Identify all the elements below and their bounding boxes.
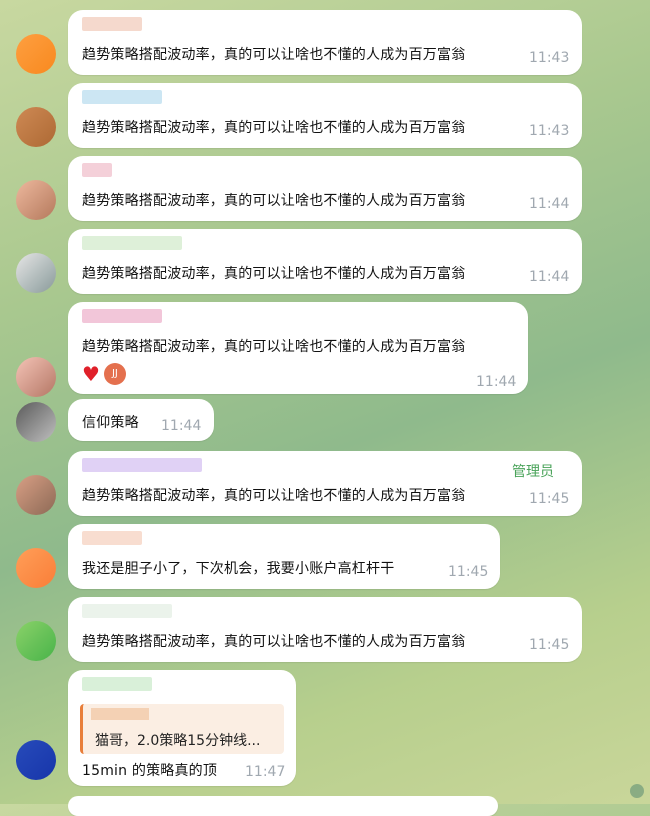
sender-name[interactable] bbox=[82, 677, 152, 691]
message-time: 11:45 bbox=[529, 637, 570, 653]
message-bubble[interactable]: 信仰策略 11:44 bbox=[68, 399, 214, 441]
avatar[interactable] bbox=[16, 180, 56, 220]
message-text: 我还是胆子小了，下次机会，我要小账户高杠杆干 bbox=[82, 561, 395, 577]
message-time: 11:44 bbox=[476, 374, 517, 390]
admin-badge: 管理员 bbox=[512, 464, 554, 480]
message-text: 趋势策略搭配波动率，真的可以让啥也不懂的人成为百万富翁 bbox=[82, 339, 466, 355]
message-text: 趋势策略搭配波动率，真的可以让啥也不懂的人成为百万富翁 bbox=[82, 488, 466, 504]
message-text: 信仰策略 bbox=[82, 415, 139, 431]
avatar[interactable] bbox=[16, 107, 56, 147]
message-time: 11:44 bbox=[529, 196, 570, 212]
avatar[interactable] bbox=[16, 34, 56, 74]
avatar[interactable] bbox=[16, 548, 56, 588]
message-time: 11:45 bbox=[448, 564, 489, 580]
message-bubble[interactable] bbox=[68, 796, 498, 816]
message-text: 15min 的策略真的顶 bbox=[82, 763, 218, 779]
quote-sender bbox=[91, 708, 149, 720]
sender-name[interactable] bbox=[82, 90, 162, 104]
avatar[interactable] bbox=[16, 621, 56, 661]
message-bubble[interactable]: 趋势策略搭配波动率，真的可以让啥也不懂的人成为百万富翁 11:45 bbox=[68, 597, 582, 662]
quote-text: 猫哥，2.0策略15分钟线... bbox=[95, 733, 261, 749]
sender-name[interactable] bbox=[82, 163, 112, 177]
message-time: 11:43 bbox=[529, 123, 570, 139]
message-bubble[interactable]: 趋势策略搭配波动率，真的可以让啥也不懂的人成为百万富翁 11:44 bbox=[68, 156, 582, 221]
message-bubble[interactable]: 趋势策略搭配波动率，真的可以让啥也不懂的人成为百万富翁 11:44 bbox=[68, 229, 582, 294]
reaction-avatar: JJ bbox=[103, 363, 126, 385]
message-time: 11:47 bbox=[245, 764, 286, 780]
scroll-down-button[interactable] bbox=[630, 784, 644, 798]
sender-name[interactable] bbox=[82, 604, 172, 618]
sender-name[interactable] bbox=[82, 531, 142, 545]
avatar[interactable] bbox=[16, 402, 56, 442]
message-time: 11:44 bbox=[161, 418, 202, 434]
message-text: 趋势策略搭配波动率，真的可以让啥也不懂的人成为百万富翁 bbox=[82, 634, 466, 650]
message-text: 趋势策略搭配波动率，真的可以让啥也不懂的人成为百万富翁 bbox=[82, 193, 466, 209]
reactions[interactable]: ♥ JJ bbox=[82, 363, 126, 385]
message-bubble[interactable]: 趋势策略搭配波动率，真的可以让啥也不懂的人成为百万富翁 11:43 bbox=[68, 83, 582, 148]
message-time: 11:45 bbox=[529, 491, 570, 507]
sender-name[interactable] bbox=[82, 309, 162, 323]
message-text: 趋势策略搭配波动率，真的可以让啥也不懂的人成为百万富翁 bbox=[82, 47, 466, 63]
message-bubble[interactable]: 管理员 趋势策略搭配波动率，真的可以让啥也不懂的人成为百万富翁 11:45 bbox=[68, 451, 582, 516]
sender-name[interactable] bbox=[82, 236, 182, 250]
heart-icon[interactable]: ♥ bbox=[82, 363, 100, 385]
avatar[interactable] bbox=[16, 253, 56, 293]
message-bubble[interactable]: 趋势策略搭配波动率，真的可以让啥也不懂的人成为百万富翁 11:43 bbox=[68, 10, 582, 75]
sender-name[interactable] bbox=[82, 17, 142, 31]
message-bubble[interactable]: 我还是胆子小了，下次机会，我要小账户高杠杆干 11:45 bbox=[68, 524, 500, 589]
message-text: 趋势策略搭配波动率，真的可以让啥也不懂的人成为百万富翁 bbox=[82, 266, 466, 282]
message-time: 11:44 bbox=[529, 269, 570, 285]
message-bubble[interactable]: 趋势策略搭配波动率，真的可以让啥也不懂的人成为百万富翁 ♥ JJ 11:44 bbox=[68, 302, 528, 394]
sender-name[interactable] bbox=[82, 458, 202, 472]
avatar[interactable] bbox=[16, 740, 56, 780]
avatar[interactable] bbox=[16, 475, 56, 515]
chat-area: 趋势策略搭配波动率，真的可以让啥也不懂的人成为百万富翁 11:43 趋势策略搭配… bbox=[0, 0, 650, 816]
message-bubble[interactable]: 猫哥，2.0策略15分钟线... 15min 的策略真的顶 11:47 bbox=[68, 670, 296, 786]
message-text: 趋势策略搭配波动率，真的可以让啥也不懂的人成为百万富翁 bbox=[82, 120, 466, 136]
avatar[interactable] bbox=[16, 357, 56, 397]
message-time: 11:43 bbox=[529, 50, 570, 66]
reply-quote[interactable]: 猫哥，2.0策略15分钟线... bbox=[80, 704, 284, 754]
